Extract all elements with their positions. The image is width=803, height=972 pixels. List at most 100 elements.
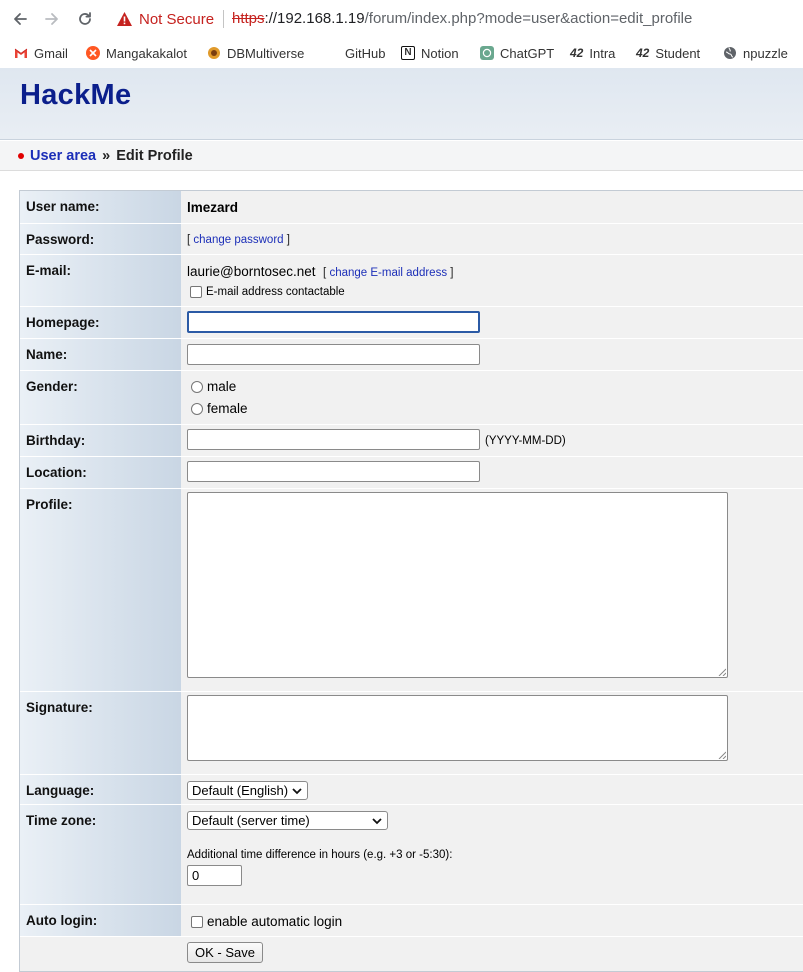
- birthday-input[interactable]: [187, 429, 480, 450]
- bracket: ]: [450, 267, 454, 279]
- row-signature: Signature:: [20, 692, 803, 775]
- username-label: User name:: [20, 191, 181, 223]
- breadcrumb-user-area-link[interactable]: User area: [30, 148, 96, 164]
- email-label: E-mail:: [20, 255, 181, 306]
- arrow-right-icon: [45, 13, 58, 25]
- language-cell: Default (English): [181, 775, 803, 804]
- bookmark-label: Mangakakalot: [106, 45, 187, 61]
- bookmark-github[interactable]: GitHub: [345, 45, 385, 61]
- signature-textarea[interactable]: [187, 695, 728, 761]
- homepage-label: Homepage:: [20, 307, 181, 338]
- bullet-icon: [18, 153, 24, 159]
- bracket: [: [187, 234, 191, 246]
- bookmark-label: npuzzle: [743, 45, 788, 61]
- edit-profile-form: User name: lmezard Password: [ change pa…: [19, 190, 803, 972]
- bookmark-intra[interactable]: 42 Intra: [570, 45, 615, 61]
- gender-female-radio[interactable]: [191, 402, 203, 415]
- reload-button[interactable]: [75, 9, 95, 29]
- bookmark-label: Student: [655, 45, 701, 61]
- resize-grip-icon[interactable]: [718, 751, 726, 759]
- autologin-option: enable automatic login: [191, 914, 342, 929]
- security-indicator[interactable]: Not Secure: [116, 9, 214, 29]
- language-selected: Default (English): [192, 783, 289, 798]
- url-field[interactable]: https://192.168.1.19/forum/index.php?mod…: [232, 9, 692, 29]
- gender-male-option: male: [191, 379, 236, 394]
- bracket: [: [323, 267, 327, 279]
- bookmark-label: ChatGPT: [500, 45, 555, 61]
- forward-button[interactable]: [42, 9, 62, 29]
- reload-icon: [79, 12, 91, 25]
- gender-female-option: female: [191, 401, 248, 416]
- signature-label: Signature:: [20, 692, 181, 774]
- row-language: Language: Default (English): [20, 775, 803, 805]
- gender-male-label: male: [207, 379, 237, 394]
- password-label: Password:: [20, 224, 181, 254]
- bookmark-npuzzle[interactable]: npuzzle: [723, 45, 788, 61]
- gender-label: Gender:: [20, 371, 181, 424]
- change-email-link[interactable]: change E-mail address: [329, 267, 447, 279]
- row-autologin: Auto login: enable automatic login: [20, 905, 803, 937]
- row-timezone: Time zone: Default (server time) Additio…: [20, 805, 803, 905]
- name-input[interactable]: [187, 344, 480, 365]
- site-logo[interactable]: HackMe: [20, 79, 131, 112]
- timezone-label: Time zone:: [20, 805, 181, 904]
- bookmark-label: Gmail: [34, 45, 68, 61]
- location-input[interactable]: [187, 461, 480, 482]
- bookmark-label: GitHub: [345, 45, 386, 61]
- gender-female-label: female: [207, 401, 248, 416]
- resize-grip-icon[interactable]: [718, 668, 726, 676]
- timezone-cell: Default (server time) Additional time di…: [181, 805, 803, 904]
- autologin-option-label: enable automatic login: [207, 914, 343, 929]
- username-value: lmezard: [187, 200, 239, 215]
- bookmarks-bar: Gmail Mangakakalot DBMultiverse GitHub N…: [0, 38, 803, 68]
- row-profile: Profile:: [20, 489, 803, 692]
- breadcrumb-separator: »: [102, 148, 111, 164]
- timezone-diff-input[interactable]: [187, 865, 242, 886]
- change-password-link[interactable]: change password: [193, 234, 283, 246]
- language-label: Language:: [20, 775, 181, 804]
- gender-male-radio[interactable]: [191, 380, 203, 393]
- row-location: Location:: [20, 457, 803, 489]
- warning-triangle-icon: [117, 12, 132, 26]
- signature-cell: [181, 692, 803, 774]
- save-button[interactable]: OK - Save: [187, 942, 263, 963]
- autologin-cell: enable automatic login: [181, 905, 803, 936]
- timezone-selected: Default (server time): [192, 813, 310, 828]
- row-homepage: Homepage:: [20, 307, 803, 339]
- gender-cell: male female: [181, 371, 803, 424]
- address-divider: [223, 10, 224, 28]
- arrow-left-icon: [14, 13, 27, 25]
- timezone-select[interactable]: Default (server time): [187, 811, 388, 830]
- notion-icon: N: [401, 46, 415, 60]
- bracket: ]: [286, 234, 290, 246]
- birthday-label: Birthday:: [20, 425, 181, 456]
- url-path: /forum/index.php?mode=user&action=edit_p…: [364, 10, 693, 27]
- name-cell: [181, 339, 803, 370]
- homepage-input[interactable]: [187, 311, 480, 333]
- autologin-checkbox[interactable]: [191, 915, 203, 928]
- location-label: Location:: [20, 457, 181, 488]
- email-value: laurie@borntosec.net: [187, 264, 316, 279]
- language-select[interactable]: Default (English): [187, 781, 308, 800]
- username-cell: lmezard: [181, 191, 803, 223]
- bookmark-dbmultiverse[interactable]: DBMultiverse: [207, 45, 304, 61]
- email-contactable-label: E-mail address contactable: [206, 286, 345, 298]
- back-button[interactable]: [10, 9, 30, 29]
- bookmark-student[interactable]: 42 Student: [636, 45, 700, 61]
- chatgpt-icon: [480, 46, 494, 60]
- birthday-format-hint: (YYYY-MM-DD): [485, 435, 566, 447]
- location-cell: [181, 457, 803, 488]
- homepage-cell: [181, 307, 803, 338]
- row-password: Password: [ change password ]: [20, 224, 803, 255]
- bookmark-gmail[interactable]: Gmail: [14, 45, 68, 61]
- bookmark-notion[interactable]: N Notion: [401, 45, 459, 61]
- autologin-label: Auto login:: [20, 905, 181, 936]
- email-cell: laurie@borntosec.net [ change E-mail add…: [181, 255, 803, 306]
- bookmark-mangakakalot[interactable]: Mangakakalot: [86, 45, 187, 61]
- name-label: Name:: [20, 339, 181, 370]
- profile-textarea[interactable]: [187, 492, 728, 678]
- row-gender: Gender: male female: [20, 371, 803, 425]
- chevron-down-icon: [372, 817, 382, 824]
- email-contactable-checkbox[interactable]: [190, 286, 202, 298]
- bookmark-chatgpt[interactable]: ChatGPT: [480, 45, 554, 61]
